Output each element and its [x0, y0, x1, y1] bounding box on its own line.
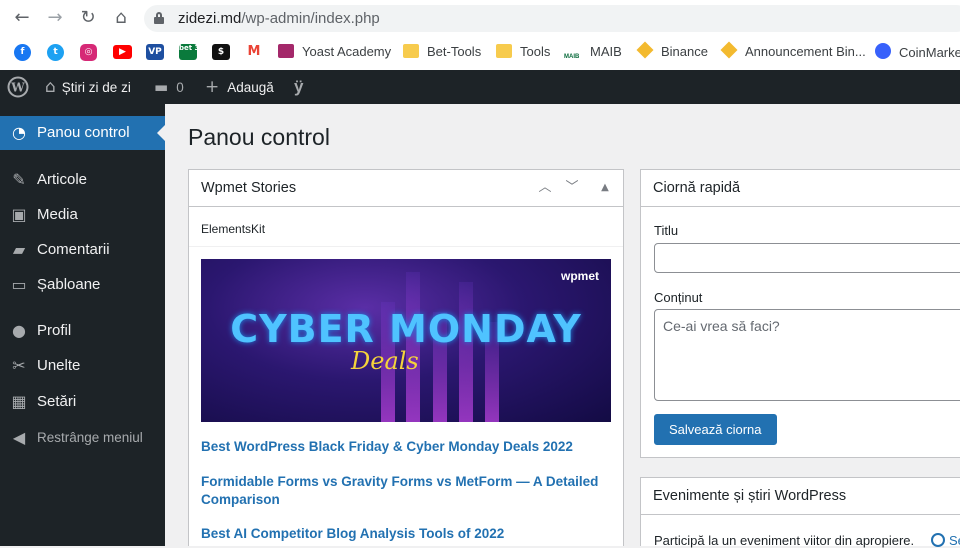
bookmark-tools[interactable]: Tools — [496, 43, 550, 63]
bookmark-yoast[interactable]: Yoast Academy — [278, 43, 391, 63]
collapse-arrow-icon: ◀ — [12, 428, 26, 447]
location-radio[interactable] — [931, 533, 945, 547]
events-news-widget: Evenimente și știri WordPress Participă … — [640, 477, 960, 548]
banner-title: CYBER MONDAY — [230, 307, 582, 351]
binance-icon — [720, 41, 738, 59]
binance-icon — [636, 41, 654, 59]
events-header: Evenimente și știri WordPress — [641, 478, 960, 515]
folder-icon: ▭ — [11, 275, 27, 294]
dashboard-icon: ◔ — [12, 123, 26, 142]
wpmet-stories-header: Wpmet Stories ︿ ﹀ ▲ — [189, 170, 623, 207]
content-label: Conținut — [654, 290, 703, 305]
widget-title: Wpmet Stories — [201, 180, 297, 196]
home-icon[interactable]: ⌂ — [109, 6, 133, 30]
page-title: Panou control — [188, 124, 330, 150]
collapse-menu-button[interactable]: ◀ Restrânge meniul — [0, 421, 165, 455]
tab-elementskit[interactable]: ElementsKit — [201, 222, 265, 236]
gmail-icon[interactable]: M — [245, 44, 263, 60]
folder-icon — [403, 44, 419, 58]
bookmark-logo-icon[interactable]: $ — [212, 44, 230, 60]
reload-icon[interactable]: ↻ — [76, 6, 100, 30]
plus-icon: + — [205, 77, 220, 97]
yoast-seo-icon[interactable]: ÿ — [294, 70, 303, 104]
widget-title: Ciornă rapidă — [653, 180, 741, 196]
wpmet-logo: wpmet — [560, 269, 599, 283]
quick-draft-header: Ciornă rapidă — [641, 170, 960, 207]
bookmark-bet-tools[interactable]: Bet-Tools — [403, 43, 481, 63]
bet365-icon[interactable]: bet 365 — [179, 44, 209, 60]
maib-icon: MAIB — [564, 50, 582, 64]
back-arrow-icon[interactable]: ← — [10, 6, 34, 30]
sidebar-item-posts[interactable]: ✎ Articole — [0, 163, 165, 197]
folder-icon — [496, 44, 512, 58]
bookmark-coinmarketcap[interactable]: CoinMarke — [875, 43, 960, 63]
draft-content-textarea[interactable]: Ce-ai vrea să faci? — [654, 309, 960, 401]
wrench-icon: ✂ — [12, 356, 26, 375]
bookmark-announcement[interactable]: Announcement Bin... — [720, 41, 866, 63]
pin-icon: ✎ — [12, 170, 26, 189]
sidebar-item-settings[interactable]: ▦ Setări — [0, 385, 165, 419]
story-link[interactable]: Best AI Competitor Blog Analysis Tools o… — [201, 525, 601, 543]
user-icon: ● — [12, 321, 26, 340]
sidebar-item-media[interactable]: ▣ Media — [0, 198, 165, 232]
settings-icon: ▦ — [11, 392, 27, 411]
draft-title-input[interactable] — [654, 243, 960, 273]
save-draft-button[interactable]: Salvează ciorna — [654, 414, 777, 445]
comment-icon: ▬ — [154, 78, 169, 96]
sidebar-item-templates[interactable]: ▭ Șabloane — [0, 268, 165, 302]
coinmarketcap-icon — [875, 43, 891, 59]
widget-title: Evenimente și știri WordPress — [653, 488, 847, 504]
toggle-panel-icon[interactable]: ▲ — [595, 178, 615, 198]
media-icon: ▣ — [11, 205, 27, 224]
url-text: zidezi.md/wp-admin/index.php — [178, 10, 380, 27]
bookmark-maib[interactable]: MAIB MAIB — [564, 43, 622, 64]
wordpress-logo-icon[interactable]: W — [7, 70, 29, 104]
vp-icon[interactable]: VP — [146, 44, 164, 60]
quick-draft-widget: Ciornă rapidă Titlu Conținut Ce-ai vrea … — [640, 169, 960, 458]
comments-link[interactable]: ▬ 0 — [154, 70, 184, 104]
wpmet-stories-widget: Wpmet Stories ︿ ﹀ ▲ ElementsKit wpmet CY… — [188, 169, 624, 546]
cyber-monday-banner[interactable]: wpmet CYBER MONDAY Deals — [201, 259, 611, 422]
browser-chrome: ← → ↻ ⌂ zidezi.md/wp-admin/index.php f t… — [0, 0, 960, 70]
title-label: Titlu — [654, 223, 679, 238]
story-link[interactable]: Best WordPress Black Friday & Cyber Mond… — [201, 438, 601, 456]
twitter-icon[interactable]: t — [47, 44, 64, 61]
bookmark-binance[interactable]: Binance — [636, 41, 708, 63]
sidebar-item-tools[interactable]: ✂ Unelte — [0, 349, 165, 383]
site-name-link[interactable]: ⌂ Știri zi de zi — [45, 70, 131, 104]
add-new-link[interactable]: + Adaugă — [205, 70, 274, 104]
forward-arrow-icon[interactable]: → — [43, 6, 67, 30]
story-link[interactable]: Formidable Forms vs Gravity Forms vs Met… — [201, 473, 601, 509]
wp-admin-bar: W ⌂ Știri zi de zi ▬ 0 + Adaugă ÿ — [0, 70, 960, 104]
yoast-icon — [278, 44, 294, 58]
instagram-icon[interactable]: ◎ — [80, 44, 97, 61]
stories-tabbar: ElementsKit — [189, 207, 623, 247]
browser-navbar: ← → ↻ ⌂ zidezi.md/wp-admin/index.php — [0, 0, 960, 36]
svg-text:W: W — [10, 81, 25, 95]
comment-icon: ▰ — [12, 240, 26, 259]
address-bar[interactable]: zidezi.md/wp-admin/index.php — [144, 5, 960, 32]
sidebar-item-dashboard[interactable]: ◔ Panou control — [0, 116, 165, 150]
home-icon: ⌂ — [45, 77, 56, 97]
bookmarks-bar: f t ◎ ▶ VP bet 365 $ M Yoast Academy Bet… — [0, 36, 960, 70]
youtube-icon[interactable]: ▶ — [113, 45, 132, 59]
sidebar-item-comments[interactable]: ▰ Comentarii — [0, 233, 165, 267]
banner-script: Deals — [351, 347, 419, 375]
lock-icon — [154, 12, 164, 24]
move-up-icon[interactable]: ︿ — [535, 178, 555, 198]
sidebar-item-profile[interactable]: ● Profil — [0, 314, 165, 348]
move-down-icon[interactable]: ﹀ — [562, 178, 582, 198]
admin-sidebar: ◔ Panou control ✎ Articole ▣ Media ▰ Comenta… — [0, 104, 165, 546]
facebook-icon[interactable]: f — [14, 44, 31, 61]
